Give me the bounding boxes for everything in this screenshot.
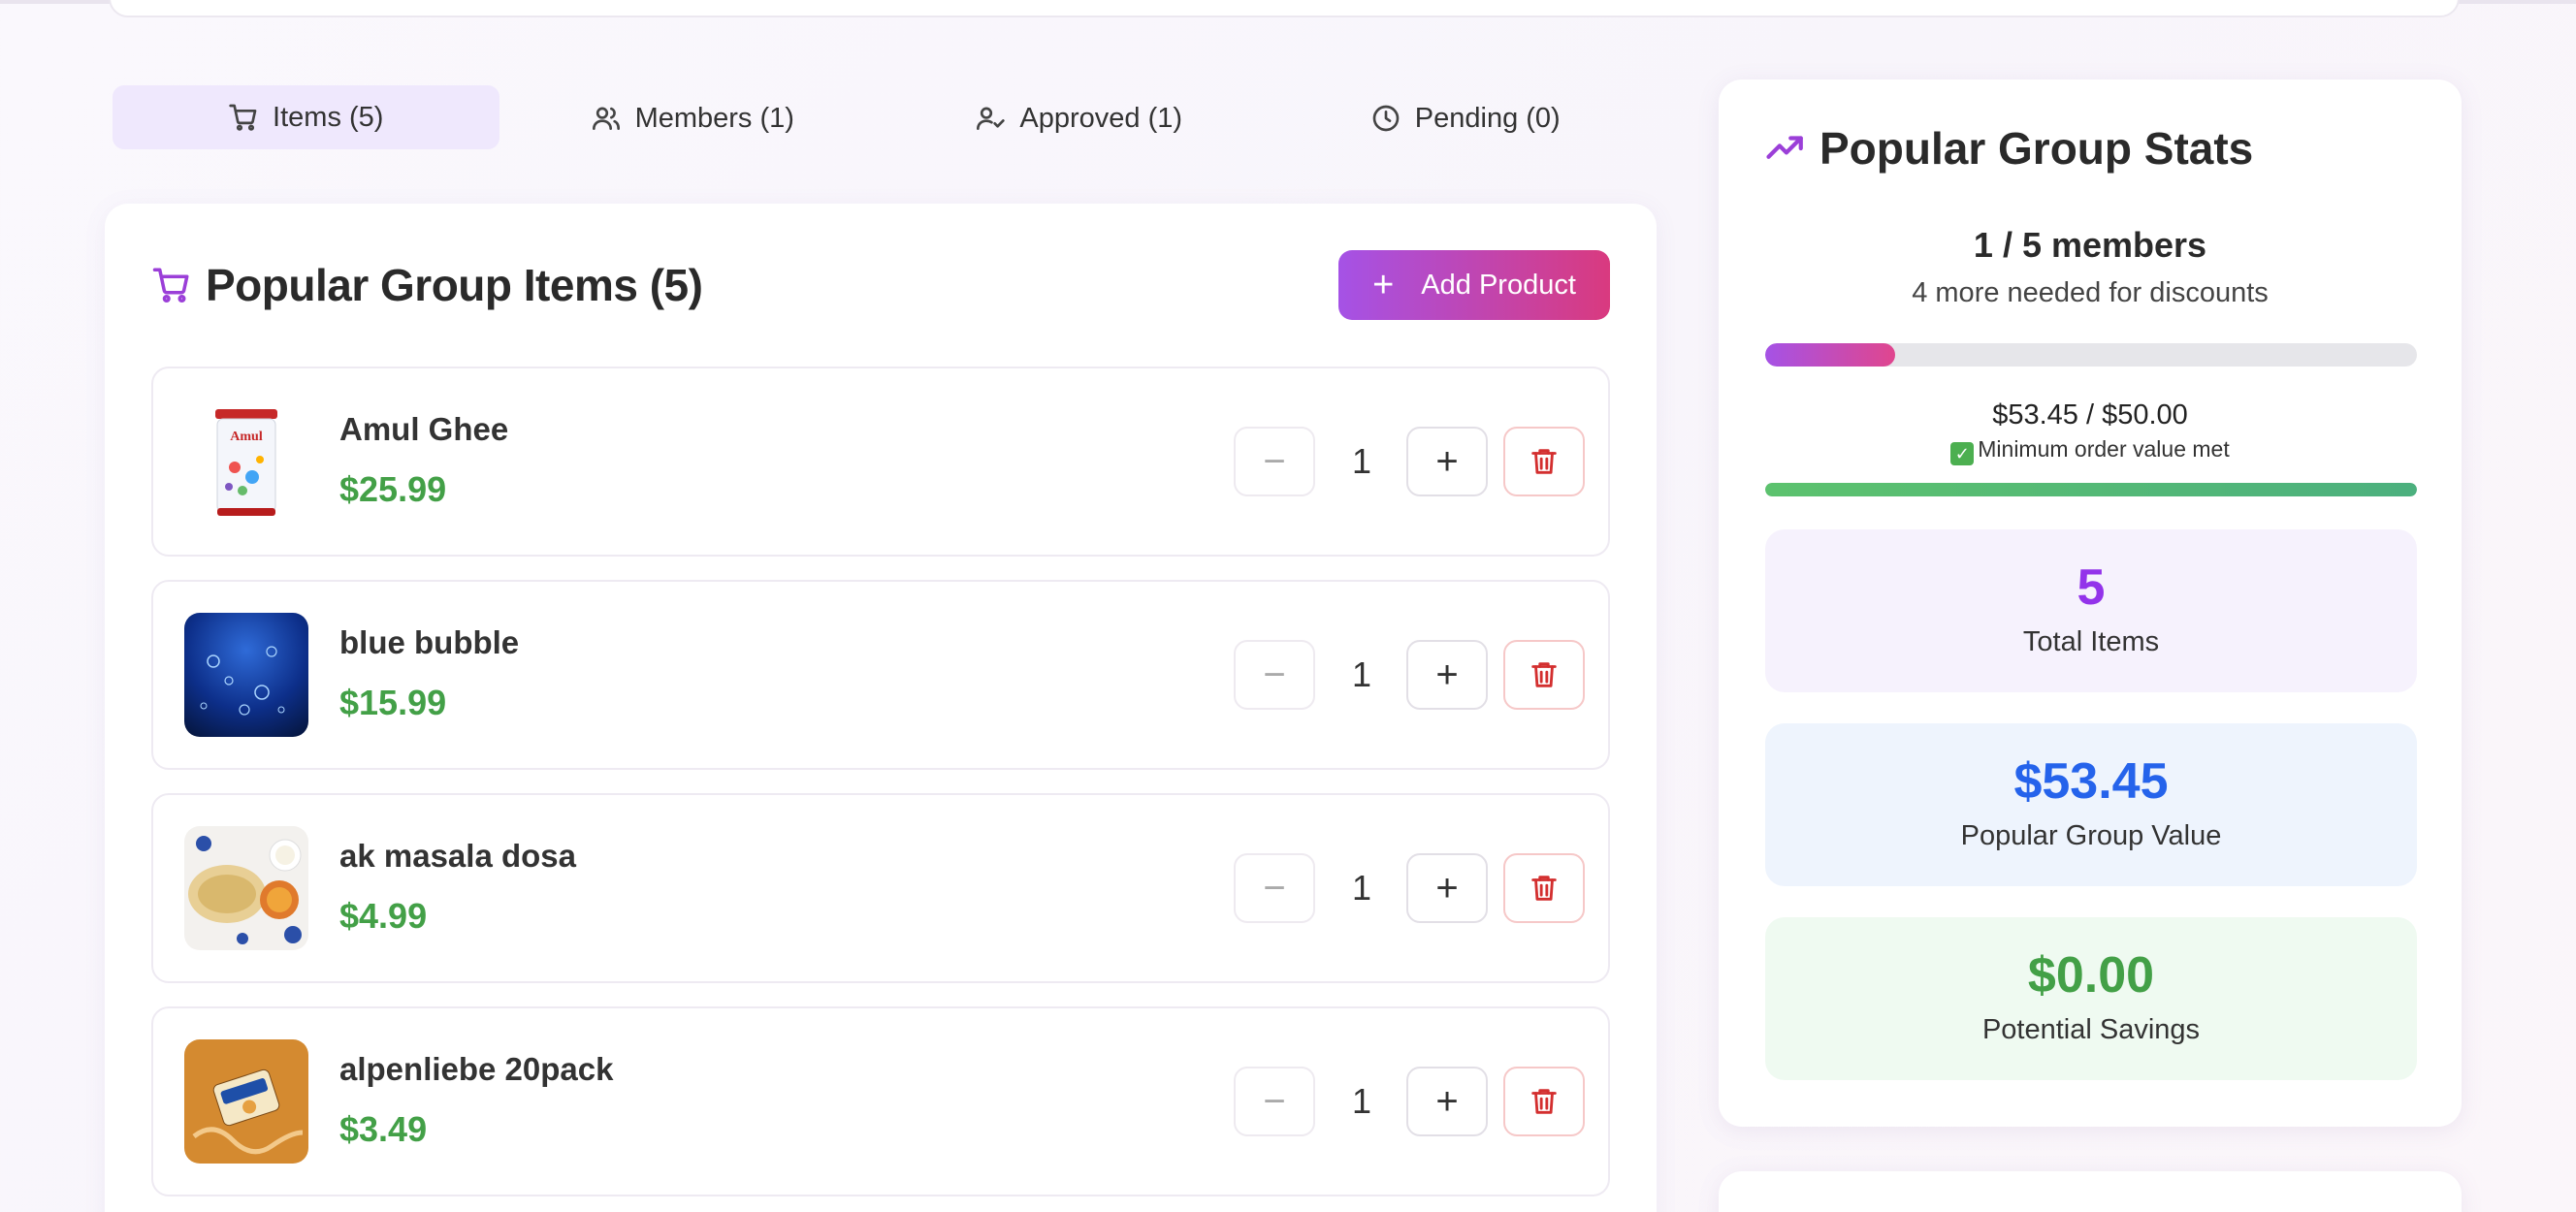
item-name: Amul Ghee bbox=[339, 411, 509, 447]
members-note: 4 more needed for discounts bbox=[1912, 277, 2269, 308]
stats-header: Popular Group Stats bbox=[1765, 122, 2253, 175]
items-panel: Popular Group Items (5) + Add Product Am… bbox=[105, 204, 1657, 1212]
plus-icon: + bbox=[1435, 439, 1459, 483]
cart-icon bbox=[229, 104, 257, 131]
trash-icon bbox=[1531, 876, 1557, 901]
members-progress-bar bbox=[1765, 343, 2417, 367]
clock-icon bbox=[1372, 105, 1400, 132]
plus-icon: + bbox=[1435, 866, 1459, 909]
savings-card: $0.00 Potential Savings bbox=[1765, 917, 2417, 1080]
delete-item-button[interactable] bbox=[1503, 640, 1585, 710]
increase-quantity-button[interactable]: + bbox=[1406, 853, 1488, 923]
order-note: Minimum order value met bbox=[1978, 436, 2230, 462]
product-image-amul-ghee: Amul bbox=[184, 399, 308, 524]
quantity-value: 1 bbox=[1351, 1081, 1372, 1121]
check-icon: ✓ bbox=[1950, 442, 1975, 465]
savings-value: $0.00 bbox=[2027, 947, 2155, 1004]
trash-icon bbox=[1531, 449, 1557, 474]
members-progress-fill bbox=[1765, 343, 1896, 367]
trending-up-icon bbox=[1766, 136, 1803, 159]
group-value-card: $53.45 Popular Group Value bbox=[1765, 723, 2417, 886]
delete-item-button[interactable] bbox=[1503, 853, 1585, 923]
tab-pending-label: Pending (0) bbox=[1414, 102, 1561, 134]
tab-pending[interactable]: Pending (0) bbox=[1272, 83, 1659, 153]
quantity-value: 1 bbox=[1351, 654, 1372, 694]
decrease-quantity-button[interactable]: − bbox=[1234, 853, 1315, 923]
trash-icon bbox=[1531, 1089, 1557, 1114]
product-image-masala-dosa bbox=[184, 826, 308, 950]
plus-icon: + bbox=[1435, 653, 1459, 696]
order-status: ✓ Minimum order value met bbox=[1719, 436, 2462, 465]
minus-icon: − bbox=[1263, 653, 1286, 696]
decrease-quantity-button[interactable]: − bbox=[1234, 427, 1315, 496]
header-card bbox=[109, 0, 2460, 17]
svg-text:Amul: Amul bbox=[230, 430, 263, 444]
group-value-label: Popular Group Value bbox=[1960, 820, 2222, 851]
tab-items[interactable]: Items (5) bbox=[113, 85, 499, 149]
tab-approved-label: Approved (1) bbox=[1019, 102, 1183, 134]
item-name: ak masala dosa bbox=[339, 838, 576, 874]
quantity-value: 1 bbox=[1351, 868, 1372, 908]
tab-items-label: Items (5) bbox=[273, 101, 384, 133]
group-value: $53.45 bbox=[2013, 753, 2169, 810]
item-price: $3.49 bbox=[339, 1109, 428, 1149]
minus-icon: − bbox=[1263, 439, 1286, 483]
items-panel-header: Popular Group Items (5) + Add Product bbox=[151, 250, 1610, 320]
list-item: ak masala dosa $4.99 − 1 + bbox=[151, 793, 1610, 983]
plus-icon: + bbox=[1372, 265, 1395, 305]
stats-panel: Popular Group Stats 1 / 5 members 4 more… bbox=[1719, 80, 2462, 1127]
list-item: blue bubble $15.99 − 1 + bbox=[151, 580, 1610, 770]
tab-bar: Items (5) Members (1) Approved (1) Pendi… bbox=[109, 83, 1658, 153]
increase-quantity-button[interactable]: + bbox=[1406, 427, 1488, 496]
tab-approved[interactable]: Approved (1) bbox=[886, 83, 1272, 153]
tab-members[interactable]: Members (1) bbox=[499, 83, 886, 153]
delete-item-button[interactable] bbox=[1503, 427, 1585, 496]
decrease-quantity-button[interactable]: − bbox=[1234, 640, 1315, 710]
increase-quantity-button[interactable]: + bbox=[1406, 640, 1488, 710]
item-name: blue bubble bbox=[339, 624, 520, 660]
user-check-icon bbox=[977, 107, 1006, 130]
product-image-alpenliebe bbox=[184, 1039, 308, 1164]
item-name: alpenliebe 20pack bbox=[339, 1051, 614, 1087]
total-items-card: 5 Total Items bbox=[1765, 529, 2417, 692]
minus-icon: − bbox=[1263, 1079, 1286, 1123]
users-icon bbox=[592, 107, 620, 130]
add-product-label: Add Product bbox=[1421, 269, 1576, 301]
order-value: $53.45 / $50.00 bbox=[1992, 399, 2188, 431]
stats-title: Popular Group Stats bbox=[1819, 123, 2254, 174]
plus-icon: + bbox=[1435, 1079, 1459, 1123]
items-panel-title: Popular Group Items (5) bbox=[206, 260, 703, 310]
order-progress-fill bbox=[1765, 483, 2417, 496]
members-count: 1 / 5 members bbox=[1973, 225, 2207, 265]
item-price: $4.99 bbox=[339, 896, 428, 936]
secondary-panel bbox=[1719, 1171, 2462, 1212]
quantity-value: 1 bbox=[1351, 441, 1372, 481]
cart-icon bbox=[152, 268, 189, 303]
order-progress-bar bbox=[1765, 483, 2417, 496]
item-price: $25.99 bbox=[339, 469, 447, 509]
decrease-quantity-button[interactable]: − bbox=[1234, 1067, 1315, 1136]
list-item: Amul Amul Ghee $25.99 − 1 + bbox=[151, 367, 1610, 557]
total-items-value: 5 bbox=[2077, 559, 2106, 616]
list-item: alpenliebe 20pack $3.49 − 1 + bbox=[151, 1006, 1610, 1196]
trash-icon bbox=[1531, 662, 1557, 687]
delete-item-button[interactable] bbox=[1503, 1067, 1585, 1136]
total-items-label: Total Items bbox=[2022, 626, 2160, 657]
tab-members-label: Members (1) bbox=[634, 102, 794, 134]
savings-label: Potential Savings bbox=[1981, 1014, 2201, 1045]
increase-quantity-button[interactable]: + bbox=[1406, 1067, 1488, 1136]
product-image-blue-bubble bbox=[184, 613, 308, 737]
minus-icon: − bbox=[1263, 866, 1286, 909]
add-product-button[interactable]: + Add Product bbox=[1338, 250, 1610, 320]
item-price: $15.99 bbox=[339, 683, 447, 722]
